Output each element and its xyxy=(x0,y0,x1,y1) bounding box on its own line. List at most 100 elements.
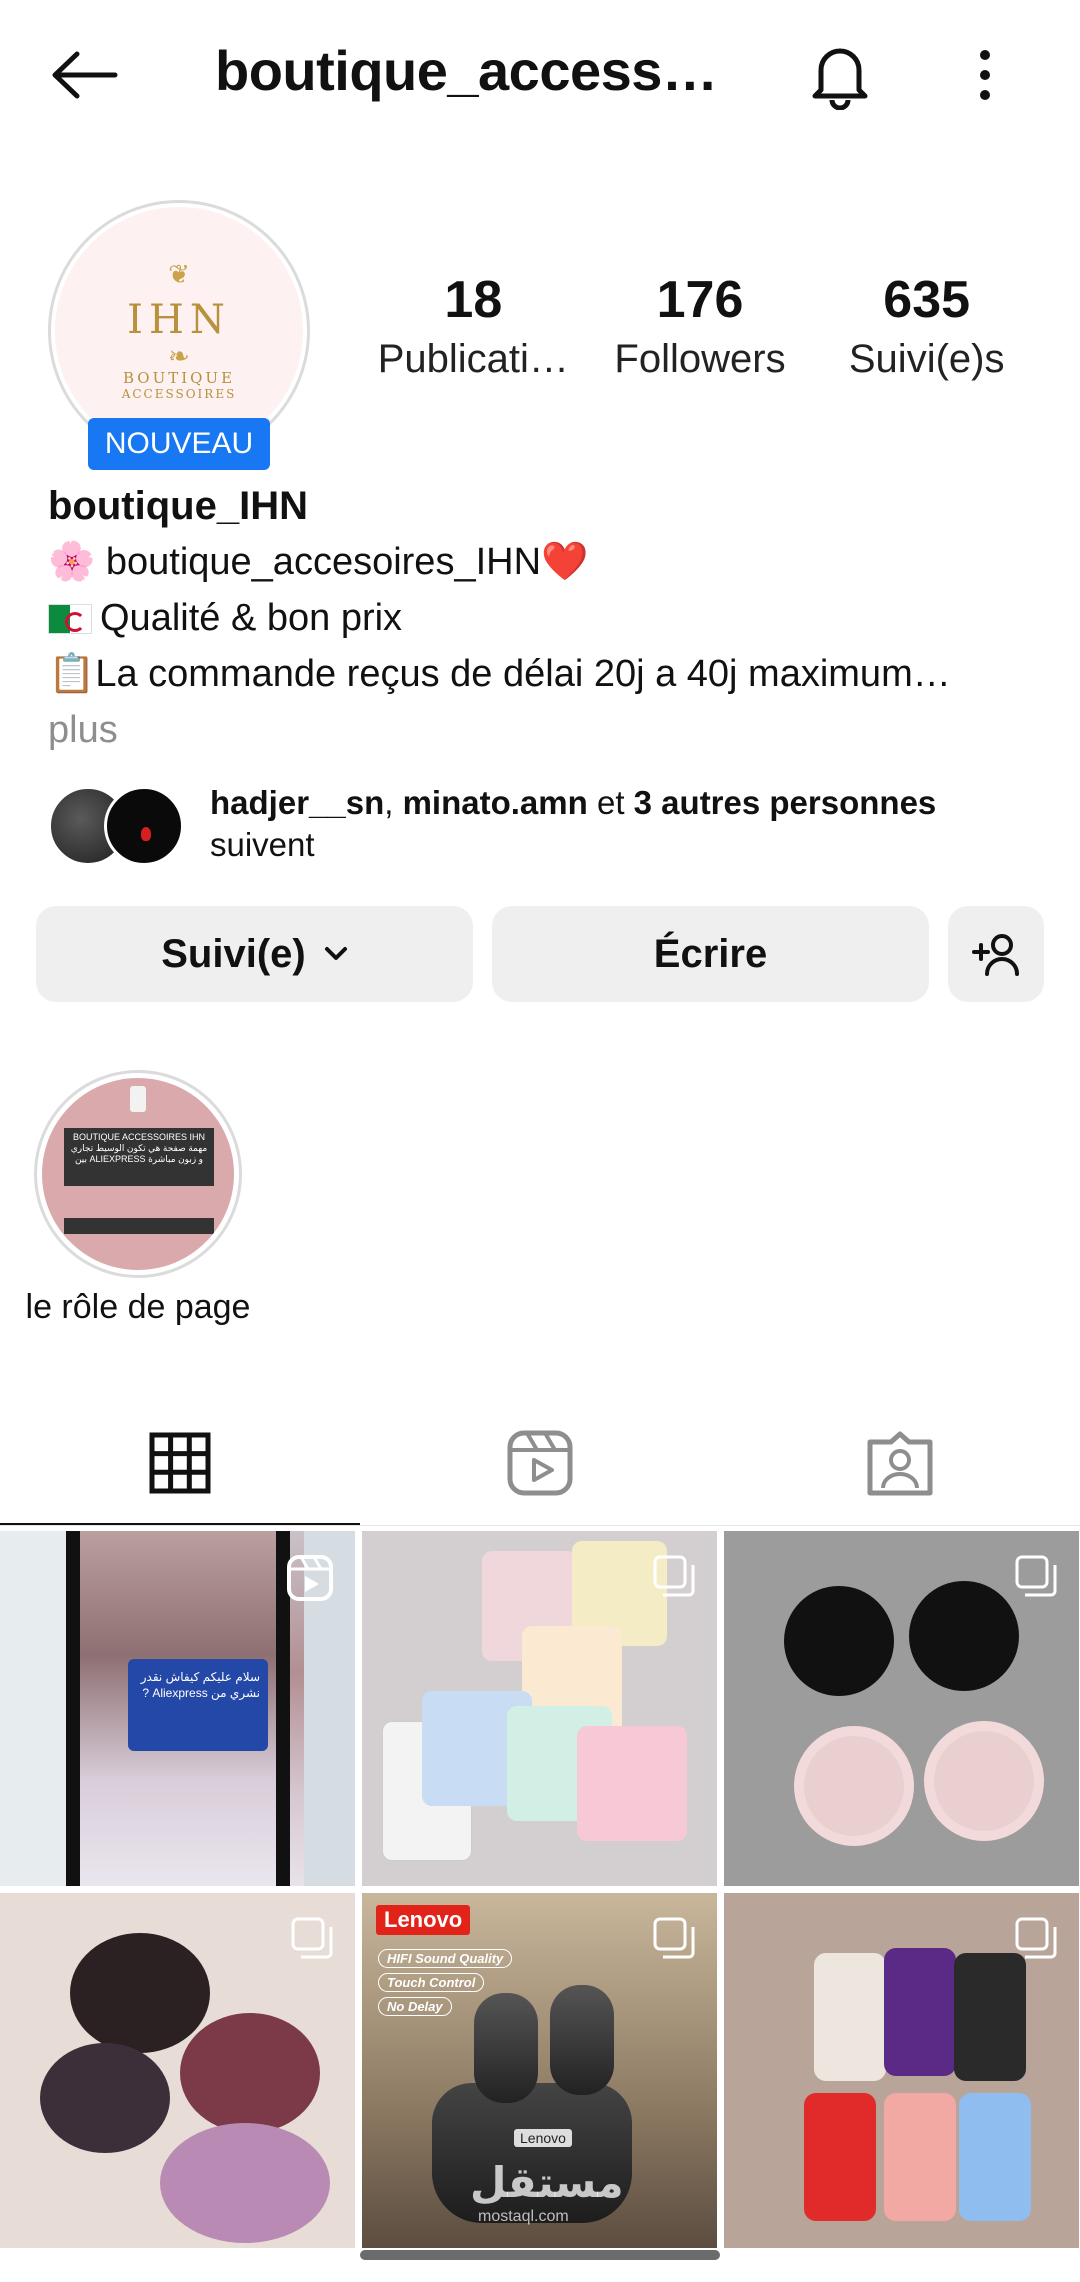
mutual-followers[interactable]: hadjer__sn, minato.amn et 3 autres perso… xyxy=(48,782,1048,872)
more-vertical-icon xyxy=(980,50,990,100)
highlight-cover: BOUTIQUE ACCESSOIRES IHN مهمة صفحة هي تك… xyxy=(42,1078,234,1270)
sunglasses-lens xyxy=(40,2043,170,2153)
gesture-home-bar[interactable] xyxy=(360,2250,720,2260)
feature-tag: No Delay xyxy=(378,1997,452,2016)
stat-label: Publicati… xyxy=(377,337,569,382)
tabs-divider xyxy=(0,1525,1080,1526)
add-person-icon xyxy=(972,934,1019,976)
laurel-icon: ❧ xyxy=(168,341,190,371)
brand-label: Lenovo xyxy=(376,1905,471,1935)
phone-case xyxy=(884,2093,956,2221)
reels-icon xyxy=(507,1430,573,1496)
stat-value: 635 xyxy=(883,271,971,329)
reel-badge-icon xyxy=(287,1555,333,1601)
phone-case xyxy=(814,1953,886,2081)
story-highlight[interactable]: BOUTIQUE ACCESSOIRES IHN مهمة صفحة هي تك… xyxy=(34,1070,242,1278)
following-button-label: Suivi(e) xyxy=(161,931,306,976)
followed-suffix: suivent xyxy=(210,826,315,863)
feature-tag: Touch Control xyxy=(378,1973,485,1992)
earbud xyxy=(550,1985,614,2095)
post-thumbnail[interactable]: سلام عليكم كيفاش نقدر نشري من Aliexpress… xyxy=(0,1531,355,1886)
profile-bio: boutique_IHN 🌸 boutique_accesoires_IHN❤️… xyxy=(48,478,1048,758)
phone-case xyxy=(804,2093,876,2221)
sunglasses-lens xyxy=(924,1721,1044,1841)
more-options-button[interactable] xyxy=(955,35,1015,115)
grid-icon xyxy=(149,1432,211,1494)
stat-posts[interactable]: 18 Publicati… xyxy=(360,271,587,382)
mutual-followers-text: hadjer__sn, minato.amn et 3 autres perso… xyxy=(210,782,936,866)
carousel-badge-icon xyxy=(1015,1917,1057,1959)
background-panel xyxy=(0,1531,66,1886)
stat-followers[interactable]: 176 Followers xyxy=(587,271,814,382)
watermark-subtext: mostaql.com xyxy=(478,2208,569,2225)
avatar-logo-text: IHN xyxy=(127,297,231,343)
arrow-left-icon xyxy=(52,51,118,99)
notifications-button[interactable] xyxy=(800,35,880,115)
algeria-flag-icon xyxy=(48,604,92,634)
post-thumbnail[interactable] xyxy=(362,1531,717,1886)
mutual-follower-avatar xyxy=(104,786,184,866)
following-button[interactable]: Suivi(e) xyxy=(36,906,473,1002)
case-brand-label: Lenovo xyxy=(514,2129,572,2147)
suggested-users-button[interactable] xyxy=(948,906,1044,1002)
sunglasses-lens xyxy=(70,1933,210,2053)
avatar-logo-subtitle: BOUTIQUE xyxy=(122,369,236,387)
others-count: 3 autres personnes xyxy=(633,784,937,821)
profile-username-title: boutique_access… xyxy=(215,39,718,102)
bio-more-link[interactable]: plus xyxy=(48,702,1048,758)
stat-following[interactable]: 635 Suivi(e)s xyxy=(813,271,1040,382)
sunglasses-lens xyxy=(784,1586,894,1696)
conjunction: et xyxy=(587,784,634,821)
post-thumbnail[interactable] xyxy=(724,1531,1079,1886)
post-thumbnail[interactable] xyxy=(0,1893,355,2248)
laurel-icon: ❦ xyxy=(168,259,190,289)
earbud xyxy=(474,1993,538,2103)
back-button[interactable] xyxy=(44,40,124,110)
carousel-badge-icon xyxy=(653,1917,695,1959)
avatar-logo-subtitle2: ACCESSOIRES xyxy=(121,387,237,401)
bio-line: 🌸 boutique_accesoires_IHN❤️ xyxy=(48,541,589,583)
watermark-text: مستقل xyxy=(470,2159,624,2206)
phone-case xyxy=(884,1948,956,2076)
bio-line: 📋La commande reçus de délai 20j a 40j ma… xyxy=(48,653,951,695)
sunglasses-lens xyxy=(909,1581,1019,1691)
post-message-bubble: سلام عليكم كيفاش نقدر نشري من Aliexpress… xyxy=(128,1659,268,1751)
separator: , xyxy=(384,784,403,821)
new-badge: NOUVEAU xyxy=(88,418,270,470)
tab-reels[interactable] xyxy=(360,1400,720,1526)
sunglasses-lens xyxy=(180,2013,320,2133)
tagged-person-icon xyxy=(867,1431,933,1496)
highlight-cover-bar xyxy=(64,1218,214,1234)
stat-label: Suivi(e)s xyxy=(848,337,1005,382)
feature-tag: HIFI Sound Quality xyxy=(378,1949,513,1968)
carousel-badge-icon xyxy=(653,1555,695,1597)
highlight-cover-text: BOUTIQUE ACCESSOIRES IHN مهمة صفحة هي تك… xyxy=(64,1128,214,1186)
bio-line-text: Qualité & bon prix xyxy=(100,597,403,639)
post-thumbnail[interactable] xyxy=(724,1893,1079,2248)
tab-posts-grid[interactable] xyxy=(0,1400,360,1526)
phone-case xyxy=(959,2093,1031,2221)
sunglasses-lens xyxy=(160,2123,330,2243)
message-button-label: Écrire xyxy=(653,931,768,976)
stat-value: 176 xyxy=(656,271,744,329)
follower-name: minato.amn xyxy=(402,784,588,821)
product-card-holder xyxy=(577,1726,687,1841)
tab-tagged[interactable] xyxy=(720,1400,1080,1526)
display-name: boutique_IHN xyxy=(48,484,308,528)
bell-icon xyxy=(812,48,868,110)
phone-case xyxy=(954,1953,1026,2081)
carousel-badge-icon xyxy=(291,1917,333,1959)
stat-value: 18 xyxy=(444,271,503,329)
chevron-down-icon xyxy=(324,947,347,960)
profile-stats: 18 Publicati… 176 Followers 635 Suivi(e)… xyxy=(360,271,1040,382)
highlight-label[interactable]: le rôle de page xyxy=(0,1288,276,1327)
carousel-badge-icon xyxy=(1015,1555,1057,1597)
follower-name: hadjer__sn xyxy=(210,784,385,821)
bio-line: Qualité & bon prix xyxy=(48,590,1048,646)
stat-label: Followers xyxy=(614,337,786,382)
posts-grid: سلام عليكم كيفاش نقدر نشري من Aliexpress… xyxy=(0,1531,1080,2248)
top-bar: boutique_access… xyxy=(0,0,1080,150)
pin-icon xyxy=(130,1086,146,1112)
message-button[interactable]: Écrire xyxy=(492,906,929,1002)
sunglasses-lens xyxy=(794,1726,914,1846)
